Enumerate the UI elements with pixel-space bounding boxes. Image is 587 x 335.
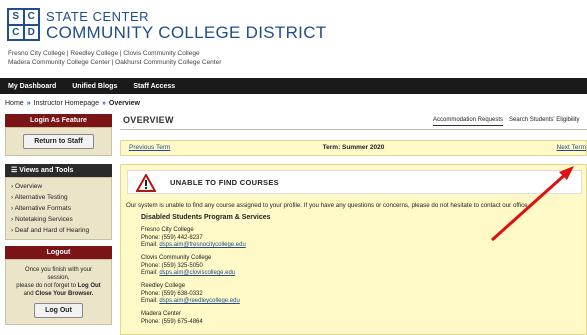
views-tools-list: › Overview › Alternative Testing › Alter…	[5, 177, 112, 240]
logout-panel: Once you finish with your session, pleas…	[5, 259, 112, 325]
scccd-logo[interactable]: S C C D	[7, 8, 40, 41]
login-as-header: Login As Feature	[5, 114, 112, 127]
sidebar-item-overview[interactable]: › Overview	[11, 181, 106, 192]
sidebar-item-notetaking-services[interactable]: › Notetaking Services	[11, 214, 106, 225]
contact-clovis: Clovis Community College Phone: (559) 32…	[141, 255, 235, 278]
org-name-line2: COMMUNITY COLLEGE DISTRICT	[46, 23, 327, 42]
sidebar-item-label: Alternative Formats	[14, 205, 71, 212]
sidebar-item-label: Deaf and Hard of Hearing	[14, 227, 90, 234]
org-name-line1: STATE CENTER	[46, 9, 150, 24]
sidebar-item-alternative-formats[interactable]: › Alternative Formats	[11, 203, 106, 214]
warning-icon	[136, 174, 156, 192]
email-label: Email:	[141, 270, 158, 276]
notice-panel: UNABLE TO FIND COURSES Our system is una…	[120, 164, 587, 335]
previous-term-link[interactable]: Previous Term	[129, 144, 170, 151]
page-title: OVERVIEW	[123, 115, 174, 125]
breadcrumb-separator: »	[101, 100, 106, 107]
list-icon: ☰	[11, 167, 20, 174]
contact-phone: Phone: (559) 638-0332	[141, 290, 203, 297]
logo-letter: C	[24, 10, 38, 24]
breadcrumb-instructor-homepage[interactable]: Instructor Homepage	[34, 100, 99, 107]
contact-name: Fresno City College	[141, 227, 194, 233]
return-to-staff-button[interactable]: Return to Staff	[23, 134, 94, 149]
email-label: Email:	[141, 242, 158, 248]
logout-instructions: Once you finish with your session, pleas…	[14, 266, 103, 298]
breadcrumb-separator: »	[26, 100, 31, 107]
views-tools-title: Views and Tools	[19, 167, 74, 174]
term-navigation: Term: Summer 2020 Previous Term Next Ter…	[120, 140, 587, 156]
tab-search-eligibility[interactable]: Search Students' Eligibility	[509, 117, 580, 126]
college-list-line2: Madera Community College Center | Oakhur…	[8, 59, 222, 66]
sidebar: Login As Feature Return to Staff ☰ Views…	[5, 114, 112, 325]
breadcrumb-current: Overview	[108, 100, 141, 107]
contact-reedley: Reedley College Phone: (559) 638-0332 Em…	[141, 283, 240, 306]
breadcrumb-home[interactable]: Home	[5, 100, 24, 107]
contact-madera: Madera Center Phone: (559) 675-4864	[141, 311, 203, 326]
contact-email-link[interactable]: dsps.aim@reedleycollege.edu	[159, 298, 239, 304]
sidebar-item-label: Overview	[14, 183, 43, 190]
logout-text-3: and	[23, 291, 34, 297]
college-list-line1: Fresno City College | Reedley College | …	[8, 50, 200, 57]
contact-name: Clovis Community College	[141, 255, 212, 261]
contact-email-row: Email: dsps.aim@reedleycollege.edu	[141, 298, 240, 306]
logo-letter: S	[9, 10, 23, 24]
contact-email-link[interactable]: dsps.aim@fresnocitycollege.edu	[159, 242, 245, 248]
contact-name: Madera Center	[141, 311, 182, 317]
nav-unified-blogs[interactable]: Unified Blogs	[72, 83, 117, 90]
divider	[120, 129, 587, 130]
tab-accommodation-requests[interactable]: Accommodation Requests	[433, 117, 504, 126]
nav-my-dashboard[interactable]: My Dashboard	[8, 83, 56, 90]
logo-letter: C	[9, 25, 23, 39]
sidebar-item-alternative-testing[interactable]: › Alternative Testing	[11, 192, 106, 203]
top-nav: My Dashboard Unified Blogs Staff Access	[0, 78, 587, 94]
sidebar-item-label: Alternative Testing	[14, 194, 68, 201]
contact-phone: Phone: (559) 325-5050	[141, 262, 203, 269]
logout-text-bold-2: Close Your Browser.	[35, 291, 94, 297]
alert-banner: UNABLE TO FIND COURSES	[127, 170, 582, 194]
contact-fresno: Fresno City College Phone: (559) 442-823…	[141, 227, 246, 250]
site-header: S C C D STATE CENTER COMMUNITY COLLEGE D…	[0, 0, 587, 74]
login-as-panel: Return to Staff	[5, 127, 112, 156]
logout-text-2: please do not forget to	[16, 283, 77, 289]
sidebar-item-deaf-hard-of-hearing[interactable]: › Deaf and Hard of Hearing	[11, 225, 106, 236]
term-label: Term: Summer 2020	[322, 144, 385, 151]
no-courses-message: Our system is unable to find any course …	[126, 202, 530, 209]
next-term-link[interactable]: Next Term	[557, 144, 587, 151]
logo-letter: D	[24, 25, 38, 39]
tab-bar: Accommodation Requests Search Students' …	[433, 117, 580, 126]
contact-phone: Phone: (559) 675-4864	[141, 318, 203, 325]
email-label: Email:	[141, 298, 158, 304]
views-tools-header: ☰ Views and Tools	[5, 164, 112, 177]
contact-email-link[interactable]: dsps.aim@cloviscollege.edu	[159, 270, 235, 276]
logout-text-1: Once you finish with your session,	[24, 267, 93, 281]
sidebar-item-label: Notetaking Services	[14, 216, 73, 223]
dsps-title: Disabled Students Program & Services	[141, 214, 271, 221]
nav-staff-access[interactable]: Staff Access	[133, 83, 175, 90]
contact-email-row: Email: dsps.aim@fresnocitycollege.edu	[141, 242, 246, 250]
contact-email-row: Email: dsps.aim@cloviscollege.edu	[141, 270, 235, 278]
contact-phone: Phone: (559) 442-8237	[141, 234, 203, 241]
logout-text-bold-1: Log Out	[77, 283, 101, 289]
breadcrumb: Home » Instructor Homepage » Overview	[5, 100, 140, 107]
logout-header: Logout	[5, 246, 112, 259]
contact-name: Reedley College	[141, 283, 186, 289]
log-out-button[interactable]: Log Out	[34, 303, 83, 318]
alert-title: UNABLE TO FIND COURSES	[170, 178, 279, 187]
college-list: Fresno City College | Reedley College | …	[8, 49, 221, 67]
